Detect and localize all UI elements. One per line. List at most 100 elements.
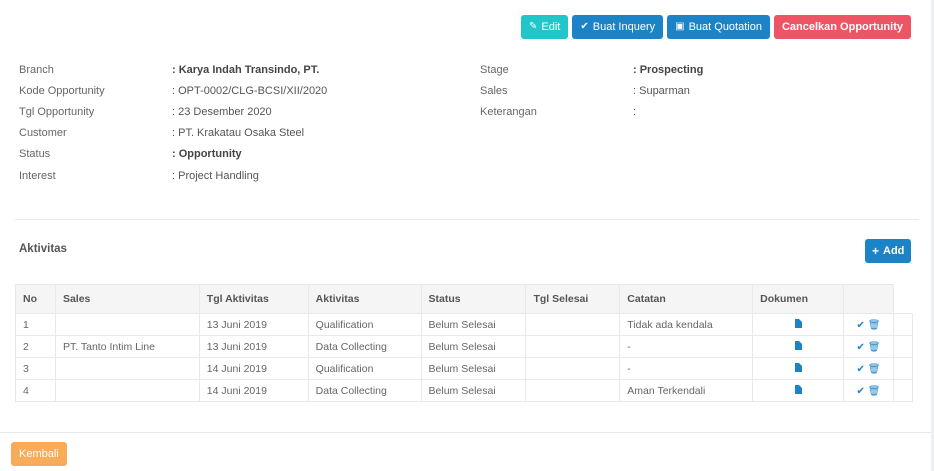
edit-icon: ✎ <box>529 21 538 32</box>
cell-actions: ✔ 🗑 <box>843 313 894 336</box>
cell-sales <box>54 357 200 380</box>
cell-aktivitas: Data Collecting <box>307 335 422 358</box>
cell-catatan: Tidak ada kendala <box>619 313 754 336</box>
cell-dokumen <box>752 335 845 358</box>
document-icon[interactable] <box>794 384 802 394</box>
check-icon[interactable]: ✔ <box>856 364 864 375</box>
info-right-values: : Prospecting : Suparman : <box>633 59 703 123</box>
check-icon: ✔ <box>580 21 589 32</box>
cell-no: 1 <box>15 313 56 336</box>
document-icon[interactable] <box>794 318 802 328</box>
cell-catatan: - <box>619 335 754 358</box>
cell-status: Belum Selesai <box>420 335 527 358</box>
cell-actions: ✔ 🗑 <box>843 335 894 358</box>
cell-tgl-aktivitas: 14 Juni 2019 <box>198 379 309 402</box>
info-right-labels: Stage Sales Keterangan <box>480 59 537 123</box>
cell-catatan: Aman Terkendali <box>619 379 754 402</box>
cell-status: Belum Selesai <box>420 357 527 380</box>
cell-aktivitas: Qualification <box>307 357 422 380</box>
cell-blank <box>892 379 914 402</box>
cell-tgl-aktivitas: 14 Juni 2019 <box>198 357 309 380</box>
briefcase-icon: ▣ <box>675 21 685 32</box>
kembali-label: Kembali <box>19 448 59 460</box>
column-header: No <box>15 284 56 314</box>
info-label: Customer <box>19 127 67 140</box>
branch-value: : Karya Indah Transindo, PT. <box>172 63 320 76</box>
aktivitas-table: No Sales Tgl Aktivitas Aktivitas Status … <box>15 284 914 402</box>
info-label: Tgl Opportunity <box>19 105 95 118</box>
cell-blank <box>892 357 914 380</box>
column-header-actions <box>843 284 894 314</box>
column-header: Catatan <box>619 284 754 314</box>
cell-status: Belum Selesai <box>420 379 527 402</box>
customer-value: : PT. Krakatau Osaka Steel <box>172 127 305 140</box>
column-header: Sales <box>54 284 200 314</box>
plus-icon: + <box>872 244 880 258</box>
check-icon[interactable]: ✔ <box>856 320 864 331</box>
cell-tgl-selesai <box>525 357 621 380</box>
cell-catatan: - <box>619 357 754 380</box>
column-header: Aktivitas <box>307 284 422 314</box>
info-left-labels: Branch Kode Opportunity Tgl Opportunity … <box>19 59 105 186</box>
info-label: Kode Opportunity <box>19 84 105 97</box>
table-row: 2 PT. Tanto Intim Line 13 Juni 2019 Data… <box>15 335 914 358</box>
check-icon[interactable]: ✔ <box>856 342 864 353</box>
cell-blank <box>892 313 914 336</box>
status-value: : Opportunity <box>172 148 242 161</box>
cell-no: 3 <box>15 357 56 380</box>
buat-inquery-label: Buat Inquery <box>592 21 656 33</box>
buat-quotation-label: Buat Quotation <box>688 21 762 33</box>
cell-tgl-aktivitas: 13 Juni 2019 <box>198 313 309 336</box>
info-label: Branch <box>19 63 54 76</box>
cell-tgl-selesai <box>525 335 621 358</box>
add-label: Add <box>883 245 905 257</box>
cell-tgl-selesai <box>525 313 621 336</box>
buat-quotation-button[interactable]: ▣ Buat Quotation <box>667 15 770 39</box>
sales-value: : Suparman <box>633 84 690 97</box>
trash-icon[interactable]: 🗑 <box>868 364 881 375</box>
cell-actions: ✔ 🗑 <box>843 357 894 380</box>
column-header: Dokumen <box>752 284 845 314</box>
column-header: Tgl Selesai <box>525 284 621 314</box>
document-icon[interactable] <box>794 362 802 372</box>
info-left-values: : Karya Indah Transindo, PT. : OPT-0002/… <box>172 59 327 186</box>
kode-opportunity-value: : OPT-0002/CLG-BCSI/XII/2020 <box>172 84 328 97</box>
edit-button[interactable]: ✎ Edit <box>521 15 569 39</box>
document-icon[interactable] <box>794 340 802 350</box>
cell-status: Belum Selesai <box>420 313 527 336</box>
cell-sales: PT. Tanto Intim Line <box>54 335 200 358</box>
aktivitas-title: Aktivitas <box>19 243 67 255</box>
table-header-row: No Sales Tgl Aktivitas Aktivitas Status … <box>15 284 913 314</box>
footer-divider <box>0 432 934 433</box>
cell-actions: ✔ 🗑 <box>843 379 894 402</box>
info-label: Keterangan <box>480 105 537 118</box>
cell-dokumen <box>752 357 845 380</box>
info-label: Sales <box>480 84 508 97</box>
table-row: 4 14 Juni 2019 Data Collecting Belum Sel… <box>15 379 914 402</box>
cell-aktivitas: Data Collecting <box>307 379 422 402</box>
cell-dokumen <box>752 379 845 402</box>
info-label: Status <box>19 148 51 161</box>
edit-label: Edit <box>541 21 561 33</box>
cell-blank <box>892 335 914 358</box>
kembali-button[interactable]: Kembali <box>11 442 67 466</box>
buat-inquery-button[interactable]: ✔ Buat Inquery <box>572 15 664 39</box>
cancel-opportunity-label: Cancelkan Opportunity <box>781 21 903 33</box>
add-aktivitas-button[interactable]: + Add <box>865 239 912 263</box>
trash-icon[interactable]: 🗑 <box>868 386 881 397</box>
cancel-opportunity-button[interactable]: Cancelkan Opportunity <box>773 15 911 39</box>
check-icon[interactable]: ✔ <box>856 386 864 397</box>
column-header: Tgl Aktivitas <box>198 284 309 314</box>
info-label: Stage <box>480 63 509 76</box>
cell-sales <box>54 313 200 336</box>
trash-icon[interactable]: 🗑 <box>868 342 881 353</box>
stage-value: : Prospecting <box>633 63 704 76</box>
column-header-blank <box>892 284 913 314</box>
info-label: Interest <box>19 169 56 182</box>
cell-tgl-aktivitas: 13 Juni 2019 <box>198 335 309 358</box>
interest-value: : Project Handling <box>172 169 259 182</box>
cell-no: 2 <box>15 335 56 358</box>
keterangan-value: : <box>633 105 637 118</box>
trash-icon[interactable]: 🗑 <box>868 320 881 331</box>
cell-no: 4 <box>15 379 56 402</box>
